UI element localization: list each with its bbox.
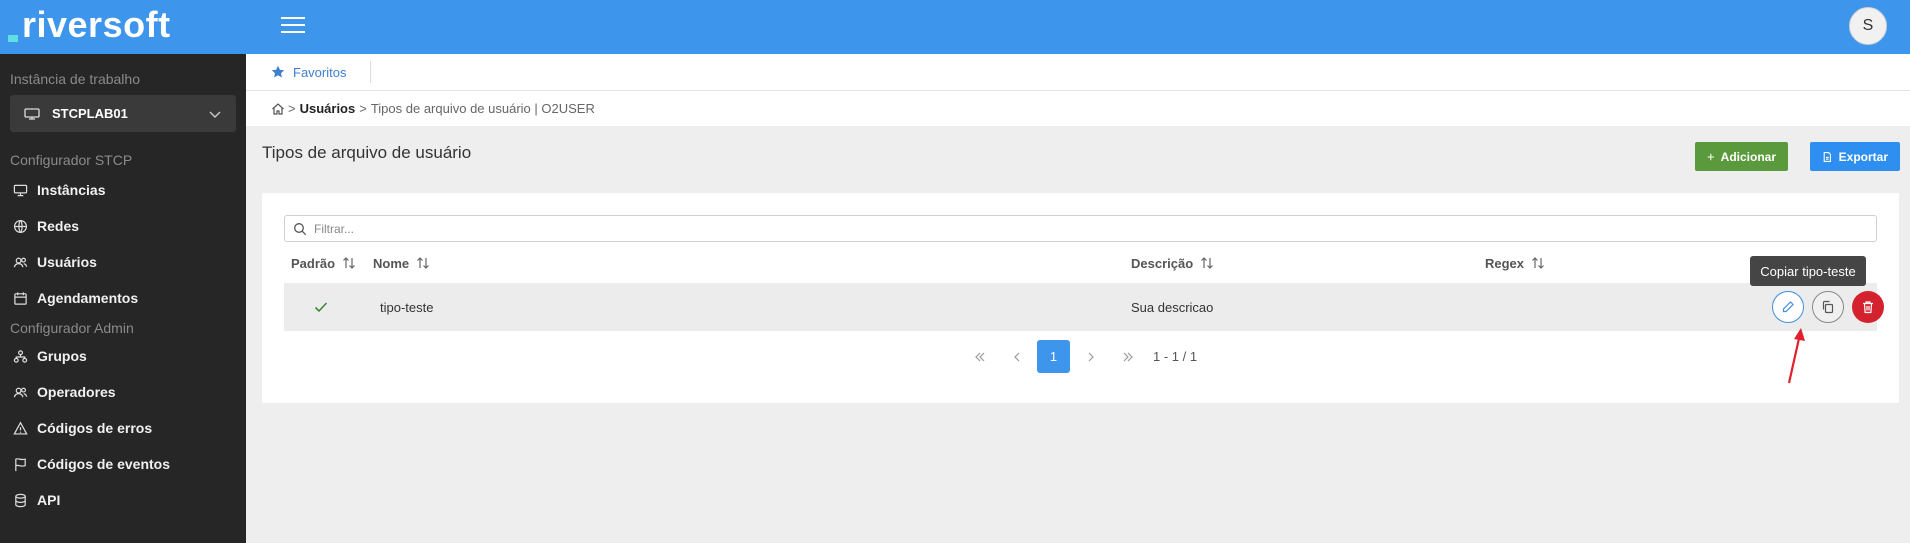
instance-select[interactable]: STCPLAB01 (10, 95, 236, 132)
users-icon (13, 257, 28, 267)
sidebar-item-label: Usuários (37, 254, 97, 270)
star-icon (271, 65, 285, 78)
pagination-info: 1 - 1 / 1 (1153, 349, 1198, 364)
sort-icon (1532, 257, 1544, 269)
page-button-current[interactable]: 1 (1037, 340, 1070, 373)
topbar: S (246, 0, 1910, 54)
sidebar-item-agendamentos[interactable]: Agendamentos (0, 280, 246, 316)
copy-button[interactable] (1812, 291, 1844, 323)
double-chevron-left-icon (975, 352, 985, 361)
column-label: Regex (1485, 255, 1525, 271)
breadcrumb-current: Tipos de arquivo de usuário | O2USER (370, 101, 595, 116)
add-button[interactable]: Adicionar (1695, 142, 1788, 171)
column-label: Nome (373, 255, 410, 271)
flag-icon (15, 457, 26, 471)
sidebar-item-label: Operadores (37, 384, 116, 400)
check-icon (314, 302, 328, 313)
column-label: Padrão (291, 255, 336, 271)
plus-icon (1707, 153, 1715, 160)
avatar[interactable]: S (1849, 7, 1887, 45)
section-configurador-stcp: Configurador STCP (10, 152, 133, 168)
sidebar-item-label: Códigos de erros (37, 420, 153, 436)
home-icon[interactable] (271, 102, 285, 116)
cell-descricao: Sua descricao (1131, 299, 1214, 315)
column-header-padrao[interactable]: Padrão (291, 251, 356, 275)
delete-button[interactable] (1852, 291, 1884, 323)
breadcrumb-usuarios[interactable]: Usuários (300, 101, 356, 116)
warning-icon (13, 420, 28, 435)
sidebar-item-label: Instâncias (37, 182, 106, 198)
column-header-descricao[interactable]: Descrição (1131, 251, 1214, 275)
sidebar-item-redes[interactable]: Redes (0, 208, 246, 244)
sidebar-item-usuarios[interactable]: Usuários (0, 244, 246, 280)
filter-field[interactable] (284, 215, 1877, 242)
sidebar: riversoft Instância de trabalho STCPLAB0… (0, 0, 246, 543)
chevron-left-icon (1014, 352, 1020, 361)
logo-mark (8, 34, 18, 42)
sidebar-item-operadores[interactable]: Operadores (0, 374, 246, 410)
sidebar-item-label: Agendamentos (37, 290, 139, 306)
sort-icon (343, 257, 356, 269)
breadcrumb-separator: > (359, 101, 367, 116)
search-icon (294, 222, 307, 235)
pagination: 1 1 - 1 / 1 (0, 340, 1910, 373)
copy-tooltip: Copiar tipo-teste (1750, 256, 1866, 286)
next-page-button[interactable] (1081, 340, 1101, 373)
page-title: Tipos de arquivo de usuário (262, 143, 472, 162)
export-button[interactable]: Exportar (1810, 142, 1900, 171)
instance-label: Instância de trabalho (10, 71, 140, 87)
column-header-regex[interactable]: Regex (1485, 251, 1545, 275)
first-page-button[interactable] (970, 340, 990, 373)
chevron-down-icon (209, 111, 221, 118)
column-header-nome[interactable]: Nome (373, 251, 430, 275)
column-label: Descrição (1131, 255, 1194, 271)
database-icon (15, 493, 26, 507)
sidebar-item-api[interactable]: API (0, 482, 246, 518)
sort-icon (417, 257, 430, 269)
calendar-icon (14, 291, 27, 305)
instance-value: STCPLAB01 (52, 106, 128, 121)
breadcrumb-separator: > (288, 101, 296, 116)
favorites-label: Favoritos (293, 64, 347, 80)
menu-toggle-icon[interactable] (281, 17, 305, 35)
sidebar-item-label: API (37, 492, 61, 508)
pencil-icon (1782, 301, 1794, 313)
favorites-bar: Favoritos (246, 54, 1910, 91)
trash-icon (1863, 301, 1873, 314)
previous-page-button[interactable] (1007, 340, 1027, 373)
monitor-icon (24, 107, 40, 120)
table-row[interactable]: tipo-teste Sua descricao (284, 283, 1884, 331)
globe-icon (13, 219, 28, 233)
add-button-label: Adicionar (1720, 149, 1776, 164)
sidebar-item-label: Redes (37, 218, 80, 234)
monitor-icon (13, 184, 28, 196)
cell-nome: tipo-teste (380, 299, 434, 315)
copy-icon (1822, 300, 1834, 314)
annotation-arrow-icon (1787, 328, 1805, 384)
sidebar-item-instancias[interactable]: Instâncias (0, 172, 246, 208)
double-chevron-right-icon (1123, 352, 1133, 361)
users-icon (13, 387, 28, 397)
sort-icon (1201, 257, 1214, 269)
favorites-link[interactable]: Favoritos (271, 61, 372, 83)
sidebar-item-codigos-erros[interactable]: Códigos de erros (0, 410, 246, 446)
section-configurador-admin: Configurador Admin (10, 320, 134, 336)
breadcrumb: > Usuários > Tipos de arquivo de usuário… (246, 91, 1910, 126)
edit-button[interactable] (1772, 291, 1804, 323)
brand-name: riversoft (22, 4, 171, 45)
table-header: Padrão Nome Descrição Regex (284, 251, 1877, 275)
file-export-icon (1823, 151, 1831, 162)
sidebar-item-codigos-eventos[interactable]: Códigos de eventos (0, 446, 246, 482)
chevron-right-icon (1088, 352, 1094, 361)
filter-input[interactable] (314, 221, 1876, 236)
export-button-label: Exportar (1838, 149, 1888, 164)
last-page-button[interactable] (1118, 340, 1138, 373)
sidebar-item-label: Códigos de eventos (37, 456, 171, 472)
brand-logo[interactable]: riversoft (0, 0, 246, 54)
cell-padrao (313, 283, 329, 331)
